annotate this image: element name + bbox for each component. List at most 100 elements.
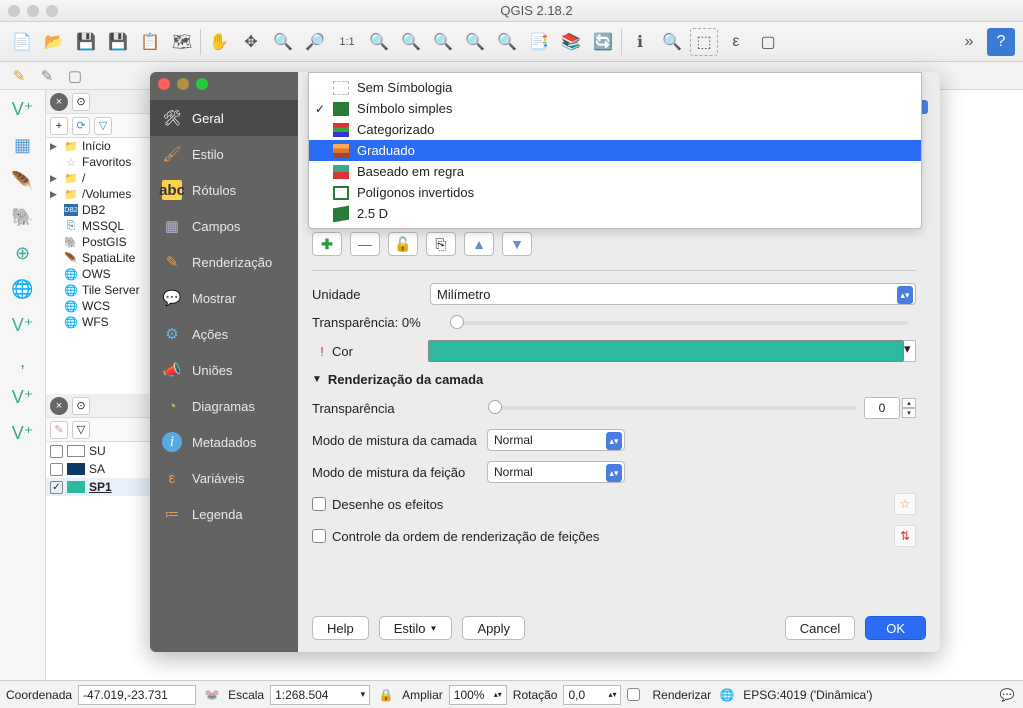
style-button[interactable]: Estilo▼ xyxy=(379,616,453,640)
dialog-close-icon[interactable] xyxy=(158,78,170,90)
layer-style-icon[interactable]: ✎ xyxy=(50,421,68,439)
symbology-type-dropdown[interactable]: Sem Símbologia ✓Símbolo simples Categori… xyxy=(308,72,922,229)
dialog-zoom-icon[interactable] xyxy=(196,78,208,90)
open-project-icon[interactable]: 📂 xyxy=(40,28,68,56)
layer-transp-slider[interactable] xyxy=(488,406,856,410)
effects-config-button[interactable]: ☆ xyxy=(894,493,916,515)
sidebar-item-metadados[interactable]: iMetadados xyxy=(150,424,298,460)
layer-filter-icon[interactable]: ▽ xyxy=(72,421,90,439)
identify-icon[interactable]: ℹ xyxy=(626,28,654,56)
lock-scale-icon[interactable]: 🔒 xyxy=(376,685,396,705)
refresh-icon[interactable]: 🔄 xyxy=(589,28,617,56)
refresh-browser-icon[interactable]: ⟳ xyxy=(72,117,90,135)
sidebar-item-diagramas[interactable]: ◔Diagramas xyxy=(150,388,298,424)
save-project-icon[interactable]: 💾 xyxy=(72,28,100,56)
unit-select[interactable]: Milímetro ▴▾ xyxy=(430,283,916,305)
ok-button[interactable]: OK xyxy=(865,616,926,640)
select-rect-icon[interactable]: ⬚ xyxy=(690,28,718,56)
close-window-icon[interactable] xyxy=(8,5,20,17)
sidebar-item-renderizacao[interactable]: ✎Renderização xyxy=(150,244,298,280)
tree-item[interactable]: / xyxy=(82,171,85,185)
sidebar-item-rotulos[interactable]: abcRótulos xyxy=(150,172,298,208)
duplicate-symbol-button[interactable]: ⎘ xyxy=(426,232,456,256)
panel-collapse-icon[interactable]: ⊙ xyxy=(72,397,90,415)
deselect-icon[interactable]: ε xyxy=(722,28,750,56)
color-dropdown-button[interactable]: ▾ xyxy=(904,340,916,362)
tree-item[interactable]: OWS xyxy=(82,267,111,281)
move-down-button[interactable]: ▼ xyxy=(502,232,532,256)
zoom-window-icon[interactable] xyxy=(46,5,58,17)
add-symbol-button[interactable]: ✚ xyxy=(312,232,342,256)
zoom-last-icon[interactable]: 🔍 xyxy=(461,28,489,56)
panel-close-icon[interactable]: × xyxy=(50,93,68,111)
dropdown-item-none[interactable]: Sem Símbologia xyxy=(309,77,921,98)
help-icon[interactable]: ? xyxy=(987,28,1015,56)
sidebar-item-estilo[interactable]: 🖌Estilo xyxy=(150,136,298,172)
add-wcs-icon[interactable]: 🌐 xyxy=(9,276,37,302)
scale-value[interactable]: 1:268.504▾ xyxy=(270,685,370,705)
help-button[interactable]: Help xyxy=(312,616,369,640)
add-vector-icon[interactable]: V⁺ xyxy=(9,96,37,122)
toggle-editing-icon[interactable]: ▢ xyxy=(64,65,86,87)
new-shapefile-icon[interactable]: V⁺ xyxy=(9,420,37,446)
tree-item[interactable]: DB2 xyxy=(82,203,105,217)
blend-feature-select[interactable]: Normal▴▾ xyxy=(487,461,625,483)
dropdown-item-single[interactable]: ✓Símbolo simples xyxy=(309,98,921,119)
zoom-next-icon[interactable]: 🔍 xyxy=(493,28,521,56)
sidebar-item-unioes[interactable]: 📣Uniões xyxy=(150,352,298,388)
sidebar-item-campos[interactable]: ▦Campos xyxy=(150,208,298,244)
cancel-button[interactable]: Cancel xyxy=(785,616,855,640)
crs-label[interactable]: EPSG:4019 ('Dinâmica') xyxy=(743,688,872,702)
render-checkbox[interactable] xyxy=(627,688,640,701)
zoom-in-icon[interactable]: 🔍 xyxy=(269,28,297,56)
zoom-selection-icon[interactable]: 🔍 xyxy=(397,28,425,56)
add-postgis-icon[interactable]: 🐘 xyxy=(9,204,37,230)
tree-item[interactable]: MSSQL xyxy=(82,219,124,233)
dropdown-item-categorized[interactable]: Categorizado xyxy=(309,119,921,140)
sidebar-item-legenda[interactable]: ≔Legenda xyxy=(150,496,298,532)
zoom-full-icon[interactable]: 🔍 xyxy=(365,28,393,56)
crs-icon[interactable]: 🌐 xyxy=(717,685,737,705)
select-icon[interactable]: 🔍 xyxy=(658,28,686,56)
minimize-window-icon[interactable] xyxy=(27,5,39,17)
layer-transp-value[interactable]: 0 xyxy=(864,397,900,419)
tree-item[interactable]: WCS xyxy=(82,299,110,313)
new-project-icon[interactable]: 📄 xyxy=(8,28,36,56)
sidebar-item-geral[interactable]: 🛠Geral xyxy=(150,100,298,136)
sidebar-item-acoes[interactable]: ⚙Ações xyxy=(150,316,298,352)
draw-effects-checkbox[interactable] xyxy=(312,497,326,511)
new-layer-icon[interactable]: 📋 xyxy=(136,28,164,56)
composer-icon[interactable]: 🗺 xyxy=(168,28,196,56)
add-wms-icon[interactable]: ⊕ xyxy=(9,240,37,266)
dropdown-item-graduated[interactable]: Graduado xyxy=(309,140,921,161)
save-as-icon[interactable]: 💾 xyxy=(104,28,132,56)
add-icon[interactable]: + xyxy=(50,117,68,135)
panel-close-icon[interactable]: × xyxy=(50,397,68,415)
add-csv-icon[interactable]: , xyxy=(9,348,37,374)
tree-item[interactable]: WFS xyxy=(82,315,109,329)
pan-to-selection-icon[interactable]: ✥ xyxy=(237,28,265,56)
lock-symbol-button[interactable]: 🔓 xyxy=(388,232,418,256)
feature-order-checkbox[interactable] xyxy=(312,529,326,543)
dialog-minimize-icon[interactable] xyxy=(177,78,189,90)
edit-pencil-icon[interactable]: ✎ xyxy=(8,65,30,87)
order-config-button[interactable]: ⇅ xyxy=(894,525,916,547)
dropdown-item-rule[interactable]: Baseado em regra xyxy=(309,161,921,182)
tree-item[interactable]: Tile Server xyxy=(82,283,140,297)
tree-item[interactable]: PostGIS xyxy=(82,235,127,249)
add-virtual-icon[interactable]: V⁺ xyxy=(9,384,37,410)
messages-icon[interactable]: 💬 xyxy=(997,685,1017,705)
coord-value[interactable]: -47.019,-23.731 xyxy=(78,685,196,705)
save-edits-icon[interactable]: ✎ xyxy=(36,65,58,87)
layer-rendering-header[interactable]: ▼ Renderização da camada xyxy=(312,372,916,387)
sidebar-item-variaveis[interactable]: εVariáveis xyxy=(150,460,298,496)
pan-icon[interactable]: ✋ xyxy=(205,28,233,56)
tree-item[interactable]: Início xyxy=(82,139,111,153)
spinner-buttons[interactable]: ▴▾ xyxy=(902,398,916,418)
rotation-value[interactable]: 0,0▴▾ xyxy=(563,685,621,705)
zoom-out-icon[interactable]: 🔎 xyxy=(301,28,329,56)
color-picker[interactable] xyxy=(428,340,904,362)
zoom-layer-icon[interactable]: 🔍 xyxy=(429,28,457,56)
filter-icon[interactable]: ▽ xyxy=(94,117,112,135)
add-raster-icon[interactable]: ▦ xyxy=(9,132,37,158)
